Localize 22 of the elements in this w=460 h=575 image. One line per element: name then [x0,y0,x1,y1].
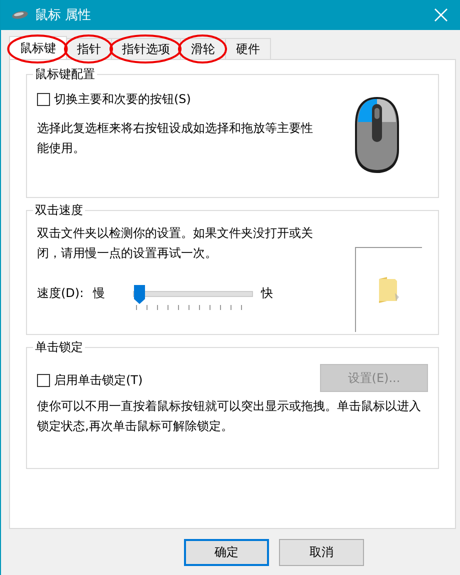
fast-label: 快 [261,285,273,302]
group-title: 单击锁定 [34,339,84,356]
checkbox[interactable] [37,93,50,106]
speed-label: 速度(D): [37,285,85,302]
description: 双击文件夹以检测你的设置。如果文件夹没打开或关闭，请用慢一点的设置再试一次。 [37,225,314,262]
description: 选择此复选框来将右按钮设成如选择和拖放等主要性能使用。 [37,120,314,157]
checkbox-label[interactable]: 切换主要和次要的按钮(S) [54,91,191,108]
test-area[interactable] [355,247,422,332]
dialog-button[interactable]: 取消 [279,539,364,566]
speed-slider[interactable] [131,285,253,313]
window-title: 鼠标 属性 [35,7,92,24]
slow-label: 慢 [93,285,106,302]
checkbox[interactable] [37,374,50,386]
mouse-icon [11,10,29,20]
group-title: 鼠标键配置 [34,66,96,83]
slider-thumb[interactable] [134,285,146,304]
checkbox-label[interactable]: 启用单击锁定(T) [54,372,143,388]
description: 使你可以不用一直按着鼠标按钮就可以突出显示或拖拽。单击鼠标以进入锁定状态,再次单击鼠标可解除锁定。 [37,398,422,435]
close-icon[interactable] [434,8,448,22]
dialog-button[interactable]: 确定 [184,539,269,566]
tab[interactable]: 硬件 [225,38,271,59]
group-title: 双击速度 [34,202,84,219]
